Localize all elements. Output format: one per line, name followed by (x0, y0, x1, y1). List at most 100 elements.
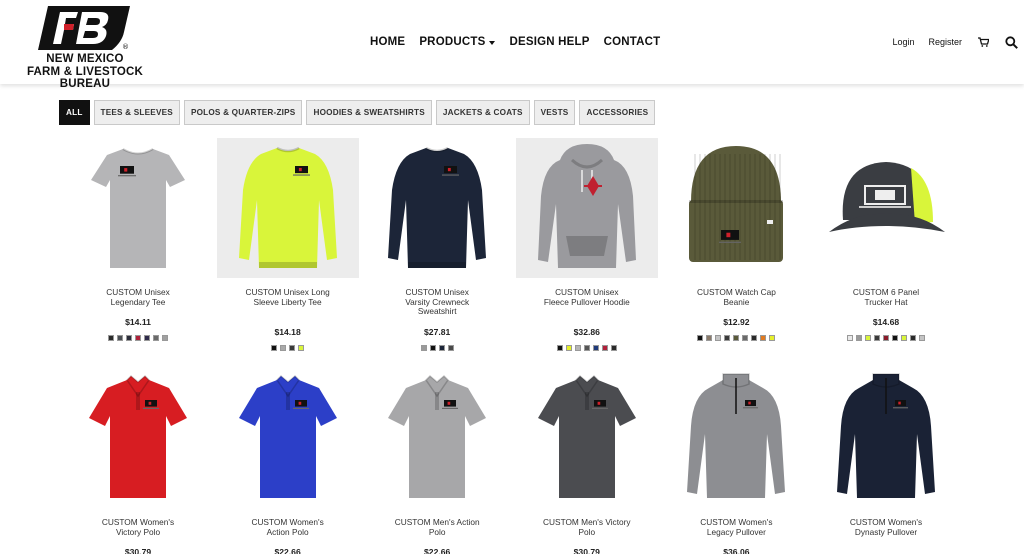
color-swatch[interactable] (865, 335, 871, 341)
account-links: Login Register (892, 35, 1018, 49)
product-image[interactable] (815, 368, 957, 508)
color-swatch[interactable] (856, 335, 862, 341)
product-price: $30.79 (124, 547, 152, 554)
product-name[interactable]: CUSTOM Men's Victory Polo (516, 517, 658, 537)
color-swatch[interactable] (108, 335, 114, 341)
nav-label: DESIGN HELP (509, 36, 590, 48)
product-image[interactable] (665, 138, 807, 278)
color-swatch[interactable] (280, 344, 287, 351)
color-swatch[interactable] (847, 335, 853, 341)
color-swatch[interactable] (751, 335, 758, 341)
color-swatch[interactable] (117, 335, 123, 341)
chevron-down-icon (489, 40, 496, 45)
nav-label: HOME (370, 36, 406, 48)
product-image[interactable] (67, 368, 209, 508)
color-swatch[interactable] (742, 335, 749, 341)
product-image[interactable] (216, 138, 359, 278)
product-name[interactable]: CUSTOM 6 Panel Trucker Hat (815, 287, 957, 307)
color-swatch[interactable] (438, 344, 445, 351)
color-swatch[interactable] (769, 335, 776, 341)
category-filters: ALL TEES & SLEEVES POLOS & QUARTER-ZIPS HOO… (59, 100, 656, 125)
product-image[interactable] (665, 368, 807, 508)
color-swatch[interactable] (706, 335, 713, 341)
color-swatch[interactable] (447, 344, 454, 351)
product-name[interactable]: CUSTOM Women's Victory Polo (67, 517, 209, 537)
color-swatch[interactable] (919, 335, 925, 341)
color-swatch[interactable] (420, 344, 427, 351)
nav-contact[interactable]: CONTACT (604, 36, 661, 48)
login-link[interactable]: Login (892, 37, 914, 47)
site-header: ® NEW MEXICO FARM & LIVESTOCK BUREAU HOM… (0, 0, 1024, 90)
color-swatch[interactable] (271, 344, 278, 351)
color-swatch[interactable] (135, 335, 141, 341)
color-swatch[interactable] (565, 344, 572, 351)
color-swatch[interactable] (289, 344, 296, 351)
cart-icon[interactable] (976, 35, 990, 49)
color-swatch[interactable] (583, 344, 590, 351)
product-name[interactable]: CUSTOM Unisex Fleece Pullover Hoodie (516, 287, 658, 307)
filter-accessories[interactable]: ACCESSORIES (579, 100, 656, 125)
color-swatch[interactable] (874, 335, 880, 341)
brand-line2: FARM & LIVESTOCK BUREAU (26, 66, 144, 90)
color-swatch[interactable] (298, 344, 305, 351)
filter-all[interactable]: ALL (59, 100, 90, 125)
color-swatch[interactable] (153, 335, 159, 341)
color-swatches (217, 344, 359, 351)
nav-home[interactable]: HOME (370, 36, 405, 48)
color-swatch[interactable] (901, 335, 907, 341)
color-swatch[interactable] (162, 335, 168, 341)
color-swatch[interactable] (556, 344, 563, 351)
color-swatch[interactable] (592, 344, 599, 351)
nav-design-help[interactable]: DESIGN HELP (509, 36, 589, 48)
product-price: $36.06 (723, 547, 750, 554)
register-link[interactable]: Register (928, 37, 962, 47)
product-price: $32.86 (573, 326, 600, 337)
color-swatch[interactable] (883, 335, 889, 341)
color-swatch[interactable] (144, 335, 150, 341)
filter-vests[interactable]: VESTS (533, 100, 576, 125)
color-swatch[interactable] (601, 344, 608, 351)
filter-jackets-coats[interactable]: JACKETS & COATS (435, 100, 530, 125)
product-image[interactable] (217, 368, 359, 508)
color-swatch[interactable] (724, 335, 731, 341)
product-image[interactable] (366, 368, 508, 508)
product-image[interactable] (516, 368, 658, 508)
color-swatch[interactable] (892, 335, 898, 341)
product-name[interactable]: CUSTOM Unisex Varsity Crewneck Sweatshir… (366, 287, 508, 317)
search-icon[interactable] (1004, 35, 1018, 49)
product-price: $22.66 (424, 547, 451, 554)
color-swatches (665, 335, 807, 341)
brand-logo[interactable]: ® NEW MEXICO FARM & LIVESTOCK BUREAU (4, 6, 166, 90)
registered-mark: ® (122, 43, 129, 50)
filter-tees-sleeves[interactable]: TEES & SLEEVES (93, 100, 180, 125)
color-swatch[interactable] (610, 344, 617, 351)
product-name[interactable]: CUSTOM Unisex Legendary Tee (67, 287, 209, 307)
product-name[interactable]: CUSTOM Women's Legacy Pullover (665, 517, 807, 537)
product-image[interactable] (366, 138, 508, 278)
color-swatch[interactable] (733, 335, 740, 341)
color-swatch[interactable] (574, 344, 581, 351)
color-swatches (67, 335, 209, 341)
fb-logo-icon: ® (38, 6, 130, 50)
product-price: $14.68 (872, 317, 900, 327)
filter-polos-quarter-zips[interactable]: POLOS & QUARTER-ZIPS (183, 100, 303, 125)
product-image[interactable] (815, 138, 957, 278)
color-swatch[interactable] (910, 335, 916, 341)
product-name[interactable]: CUSTOM Women's Dynasty Pullover (815, 517, 957, 537)
color-swatch[interactable] (760, 335, 767, 341)
color-swatch[interactable] (697, 335, 704, 341)
product-price: $22.66 (274, 547, 301, 554)
nav-label: CONTACT (603, 36, 661, 48)
color-swatch[interactable] (715, 335, 722, 341)
color-swatches (516, 344, 658, 351)
product-name[interactable]: CUSTOM Men's Action Polo (366, 517, 508, 537)
product-name[interactable]: CUSTOM Watch Cap Beanie (665, 287, 807, 307)
product-name[interactable]: CUSTOM Unisex Long Sleeve Liberty Tee (217, 287, 359, 307)
product-image[interactable] (67, 138, 209, 278)
filter-hoodies-sweatshirts[interactable]: HOODIES & SWEATSHIRTS (306, 100, 432, 125)
color-swatch[interactable] (429, 344, 436, 351)
nav-products[interactable]: PRODUCTS (419, 36, 496, 48)
color-swatch[interactable] (126, 335, 132, 341)
product-image[interactable] (515, 138, 658, 278)
product-name[interactable]: CUSTOM Women's Action Polo (217, 517, 359, 537)
